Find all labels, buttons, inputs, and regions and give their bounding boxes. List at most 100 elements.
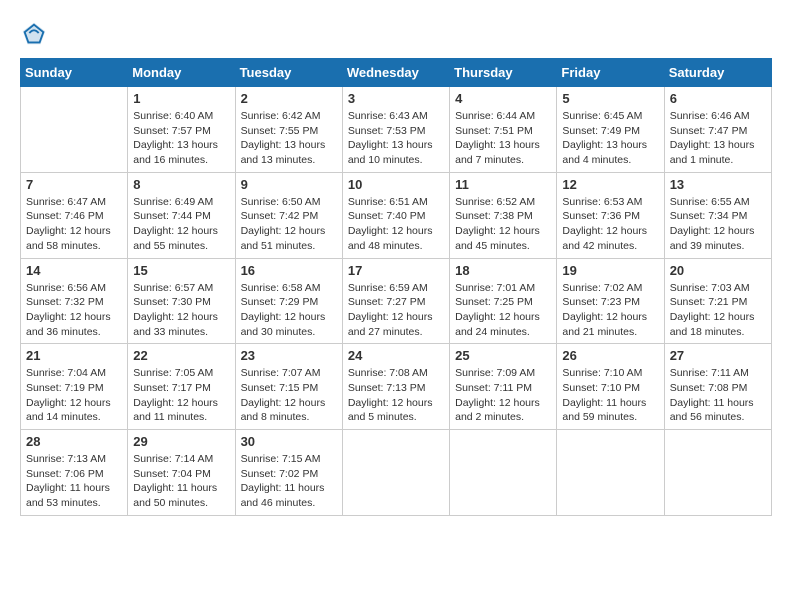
calendar-cell: 11 Sunrise: 6:52 AMSunset: 7:38 PMDayligh… — [450, 172, 557, 258]
day-info: Sunrise: 7:10 AMSunset: 7:10 PMDaylight:… — [562, 366, 658, 425]
calendar-cell: 4Sunrise: 6:44 AMSunset: 7:51 PMDaylight… — [450, 87, 557, 173]
day-number: 9 — [241, 177, 337, 192]
header — [20, 20, 772, 48]
header-cell-thursday: Thursday — [450, 59, 557, 87]
week-row-1: 1 Sunrise: 6:40 AMSunset: 7:57 PMDaylight… — [21, 87, 772, 173]
day-info: Sunrise: 7:07 AMSunset: 7:15 PMDaylight:… — [241, 366, 337, 425]
calendar-cell: 16Sunrise: 6:58 AMSunset: 7:29 PMDayligh… — [235, 258, 342, 344]
calendar-cell — [450, 430, 557, 516]
logo — [20, 20, 52, 48]
day-number: 14 — [26, 263, 122, 278]
day-info: Sunrise: 7:13 AMSunset: 7:06 PMDaylight:… — [26, 452, 122, 511]
day-info: Sunrise: 6:44 AMSunset: 7:51 PMDaylight:… — [455, 109, 551, 168]
day-info: Sunrise: 6:43 AMSunset: 7:53 PMDaylight:… — [348, 109, 444, 168]
calendar-cell: 17 Sunrise: 6:59 AMSunset: 7:27 PMDayligh… — [342, 258, 449, 344]
calendar-cell: 22 Sunrise: 7:05 AMSunset: 7:17 PMDayligh… — [128, 344, 235, 430]
calendar-cell — [664, 430, 771, 516]
calendar-cell: 5 Sunrise: 6:45 AMSunset: 7:49 PMDaylight… — [557, 87, 664, 173]
day-info: Sunrise: 6:49 AMSunset: 7:44 PMDaylight:… — [133, 195, 229, 254]
logo-icon — [20, 20, 48, 48]
day-info: Sunrise: 6:45 AMSunset: 7:49 PMDaylight:… — [562, 109, 658, 168]
calendar-cell: 28 Sunrise: 7:13 AMSunset: 7:06 PMDayligh… — [21, 430, 128, 516]
header-cell-wednesday: Wednesday — [342, 59, 449, 87]
calendar-cell: 10Sunrise: 6:51 AMSunset: 7:40 PMDayligh… — [342, 172, 449, 258]
header-row: SundayMondayTuesdayWednesdayThursdayFrid… — [21, 59, 772, 87]
day-number: 2 — [241, 91, 337, 106]
calendar-cell: 24 Sunrise: 7:08 AMSunset: 7:13 PMDayligh… — [342, 344, 449, 430]
day-number: 27 — [670, 348, 766, 363]
calendar-cell: 6 Sunrise: 6:46 AMSunset: 7:47 PMDaylight… — [664, 87, 771, 173]
day-number: 15 — [133, 263, 229, 278]
calendar-cell — [342, 430, 449, 516]
day-number: 11 — [455, 177, 551, 192]
calendar-cell: 27 Sunrise: 7:11 AMSunset: 7:08 PMDayligh… — [664, 344, 771, 430]
day-info: Sunrise: 6:42 AMSunset: 7:55 PMDaylight:… — [241, 109, 337, 168]
week-row-3: 14 Sunrise: 6:56 AMSunset: 7:32 PMDayligh… — [21, 258, 772, 344]
day-info: Sunrise: 6:59 AMSunset: 7:27 PMDaylight:… — [348, 281, 444, 340]
calendar-cell: 30 Sunrise: 7:15 AMSunset: 7:02 PMDayligh… — [235, 430, 342, 516]
week-row-2: 7 Sunrise: 6:47 AMSunset: 7:46 PMDaylight… — [21, 172, 772, 258]
day-info: Sunrise: 6:46 AMSunset: 7:47 PMDaylight:… — [670, 109, 766, 168]
calendar-cell: 21 Sunrise: 7:04 AMSunset: 7:19 PMDayligh… — [21, 344, 128, 430]
calendar-body: 1 Sunrise: 6:40 AMSunset: 7:57 PMDaylight… — [21, 87, 772, 516]
calendar-cell: 9 Sunrise: 6:50 AMSunset: 7:42 PMDaylight… — [235, 172, 342, 258]
calendar-cell: 2 Sunrise: 6:42 AMSunset: 7:55 PMDaylight… — [235, 87, 342, 173]
day-number: 5 — [562, 91, 658, 106]
day-info: Sunrise: 6:47 AMSunset: 7:46 PMDaylight:… — [26, 195, 122, 254]
day-number: 29 — [133, 434, 229, 449]
day-info: Sunrise: 6:52 AMSunset: 7:38 PMDaylight:… — [455, 195, 551, 254]
calendar-cell: 29 Sunrise: 7:14 AMSunset: 7:04 PMDayligh… — [128, 430, 235, 516]
day-info: Sunrise: 7:03 AMSunset: 7:21 PMDaylight:… — [670, 281, 766, 340]
day-number: 21 — [26, 348, 122, 363]
calendar-table: SundayMondayTuesdayWednesdayThursdayFrid… — [20, 58, 772, 516]
day-info: Sunrise: 7:04 AMSunset: 7:19 PMDaylight:… — [26, 366, 122, 425]
header-cell-saturday: Saturday — [664, 59, 771, 87]
day-number: 24 — [348, 348, 444, 363]
day-number: 17 — [348, 263, 444, 278]
day-number: 6 — [670, 91, 766, 106]
day-info: Sunrise: 7:08 AMSunset: 7:13 PMDaylight:… — [348, 366, 444, 425]
calendar-cell: 8 Sunrise: 6:49 AMSunset: 7:44 PMDaylight… — [128, 172, 235, 258]
calendar-cell: 7 Sunrise: 6:47 AMSunset: 7:46 PMDaylight… — [21, 172, 128, 258]
calendar-cell — [21, 87, 128, 173]
day-info: Sunrise: 7:09 AMSunset: 7:11 PMDaylight:… — [455, 366, 551, 425]
day-number: 12 — [562, 177, 658, 192]
calendar-cell: 13Sunrise: 6:55 AMSunset: 7:34 PMDayligh… — [664, 172, 771, 258]
day-number: 7 — [26, 177, 122, 192]
header-cell-tuesday: Tuesday — [235, 59, 342, 87]
day-number: 1 — [133, 91, 229, 106]
header-cell-monday: Monday — [128, 59, 235, 87]
day-number: 8 — [133, 177, 229, 192]
day-number: 23 — [241, 348, 337, 363]
calendar-cell: 19Sunrise: 7:02 AMSunset: 7:23 PMDayligh… — [557, 258, 664, 344]
day-info: Sunrise: 6:40 AMSunset: 7:57 PMDaylight:… — [133, 109, 229, 168]
day-info: Sunrise: 6:58 AMSunset: 7:29 PMDaylight:… — [241, 281, 337, 340]
day-info: Sunrise: 7:15 AMSunset: 7:02 PMDaylight:… — [241, 452, 337, 511]
calendar-cell: 12Sunrise: 6:53 AMSunset: 7:36 PMDayligh… — [557, 172, 664, 258]
calendar-cell — [557, 430, 664, 516]
day-number: 25 — [455, 348, 551, 363]
calendar-cell: 18Sunrise: 7:01 AMSunset: 7:25 PMDayligh… — [450, 258, 557, 344]
day-number: 19 — [562, 263, 658, 278]
day-number: 20 — [670, 263, 766, 278]
day-info: Sunrise: 7:11 AMSunset: 7:08 PMDaylight:… — [670, 366, 766, 425]
calendar-cell: 26 Sunrise: 7:10 AMSunset: 7:10 PMDayligh… — [557, 344, 664, 430]
day-number: 26 — [562, 348, 658, 363]
day-info: Sunrise: 7:14 AMSunset: 7:04 PMDaylight:… — [133, 452, 229, 511]
calendar-cell: 15Sunrise: 6:57 AMSunset: 7:30 PMDayligh… — [128, 258, 235, 344]
day-info: Sunrise: 6:56 AMSunset: 7:32 PMDaylight:… — [26, 281, 122, 340]
day-info: Sunrise: 6:55 AMSunset: 7:34 PMDaylight:… — [670, 195, 766, 254]
day-number: 30 — [241, 434, 337, 449]
day-info: Sunrise: 6:51 AMSunset: 7:40 PMDaylight:… — [348, 195, 444, 254]
day-info: Sunrise: 7:05 AMSunset: 7:17 PMDaylight:… — [133, 366, 229, 425]
day-number: 22 — [133, 348, 229, 363]
day-info: Sunrise: 7:01 AMSunset: 7:25 PMDaylight:… — [455, 281, 551, 340]
calendar-cell: 20 Sunrise: 7:03 AMSunset: 7:21 PMDayligh… — [664, 258, 771, 344]
day-number: 28 — [26, 434, 122, 449]
day-info: Sunrise: 6:50 AMSunset: 7:42 PMDaylight:… — [241, 195, 337, 254]
week-row-4: 21 Sunrise: 7:04 AMSunset: 7:19 PMDayligh… — [21, 344, 772, 430]
calendar-cell: 3Sunrise: 6:43 AMSunset: 7:53 PMDaylight… — [342, 87, 449, 173]
calendar-cell: 23 Sunrise: 7:07 AMSunset: 7:15 PMDayligh… — [235, 344, 342, 430]
calendar-cell: 1 Sunrise: 6:40 AMSunset: 7:57 PMDaylight… — [128, 87, 235, 173]
week-row-5: 28 Sunrise: 7:13 AMSunset: 7:06 PMDayligh… — [21, 430, 772, 516]
